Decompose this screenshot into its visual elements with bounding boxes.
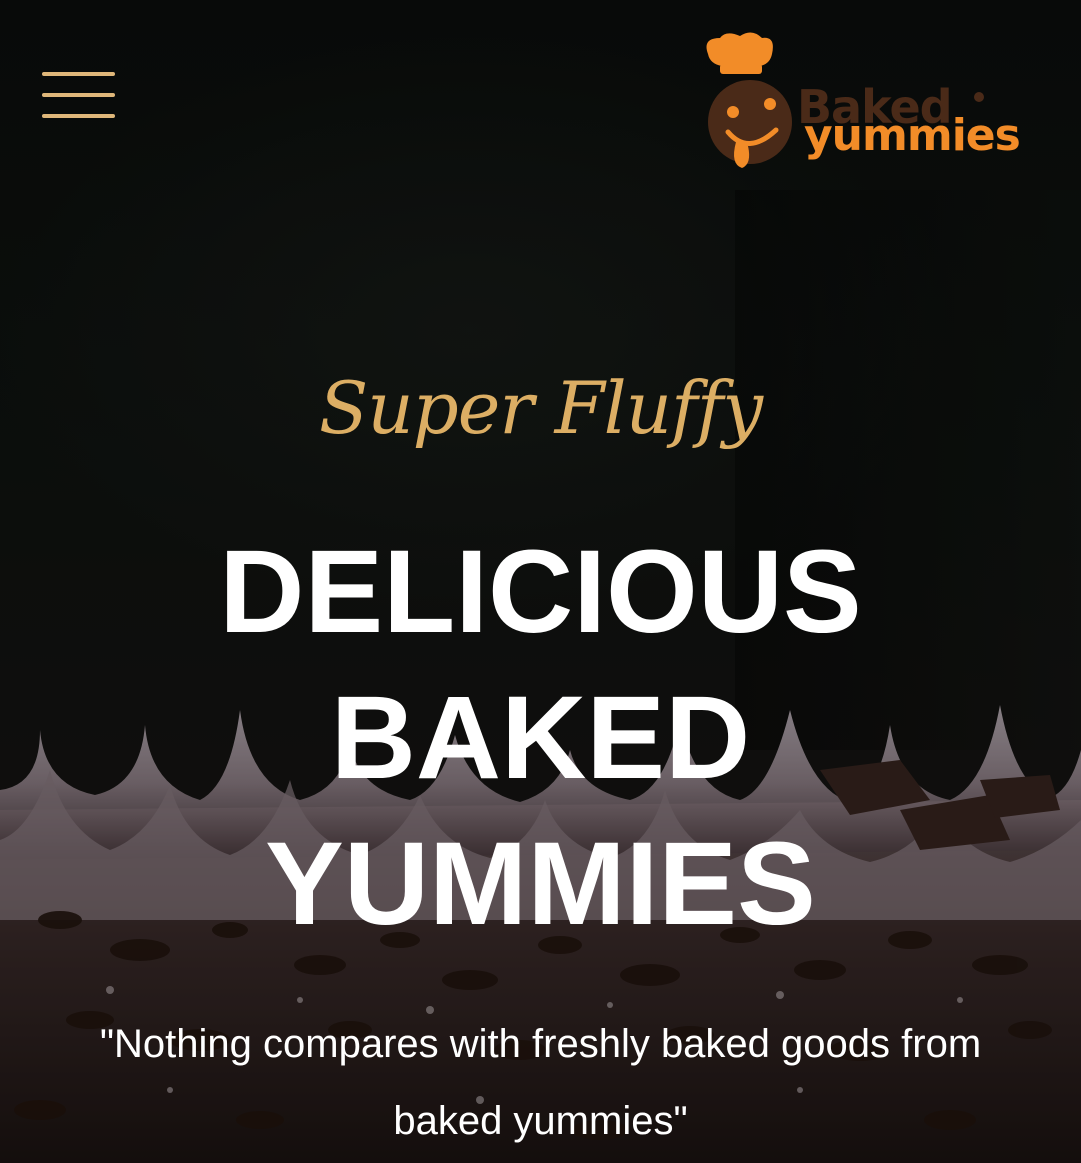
site-logo[interactable]: Baked yummies <box>700 32 1050 177</box>
headline-line: YUMMIES <box>265 818 816 950</box>
menu-button[interactable] <box>40 70 116 122</box>
logo-dot <box>974 92 984 102</box>
hero-tagline: Super Fluffy <box>318 366 763 450</box>
menu-bar <box>42 72 115 76</box>
headline-line: DELICIOUS <box>219 526 862 658</box>
hero-section: Baked yummies Super Fluffy DELICIOUS BAK… <box>0 0 1081 1163</box>
hero-quote: "Nothing compares with freshly baked goo… <box>99 1022 982 1143</box>
logo-word-yummies: yummies <box>804 110 1021 161</box>
headline-line: BAKED <box>330 672 751 804</box>
menu-bar <box>42 114 115 118</box>
menu-bar <box>42 93 115 97</box>
hero-headline: DELICIOUS BAKED YUMMIES <box>0 519 1081 957</box>
chef-mascot-icon <box>706 32 792 168</box>
